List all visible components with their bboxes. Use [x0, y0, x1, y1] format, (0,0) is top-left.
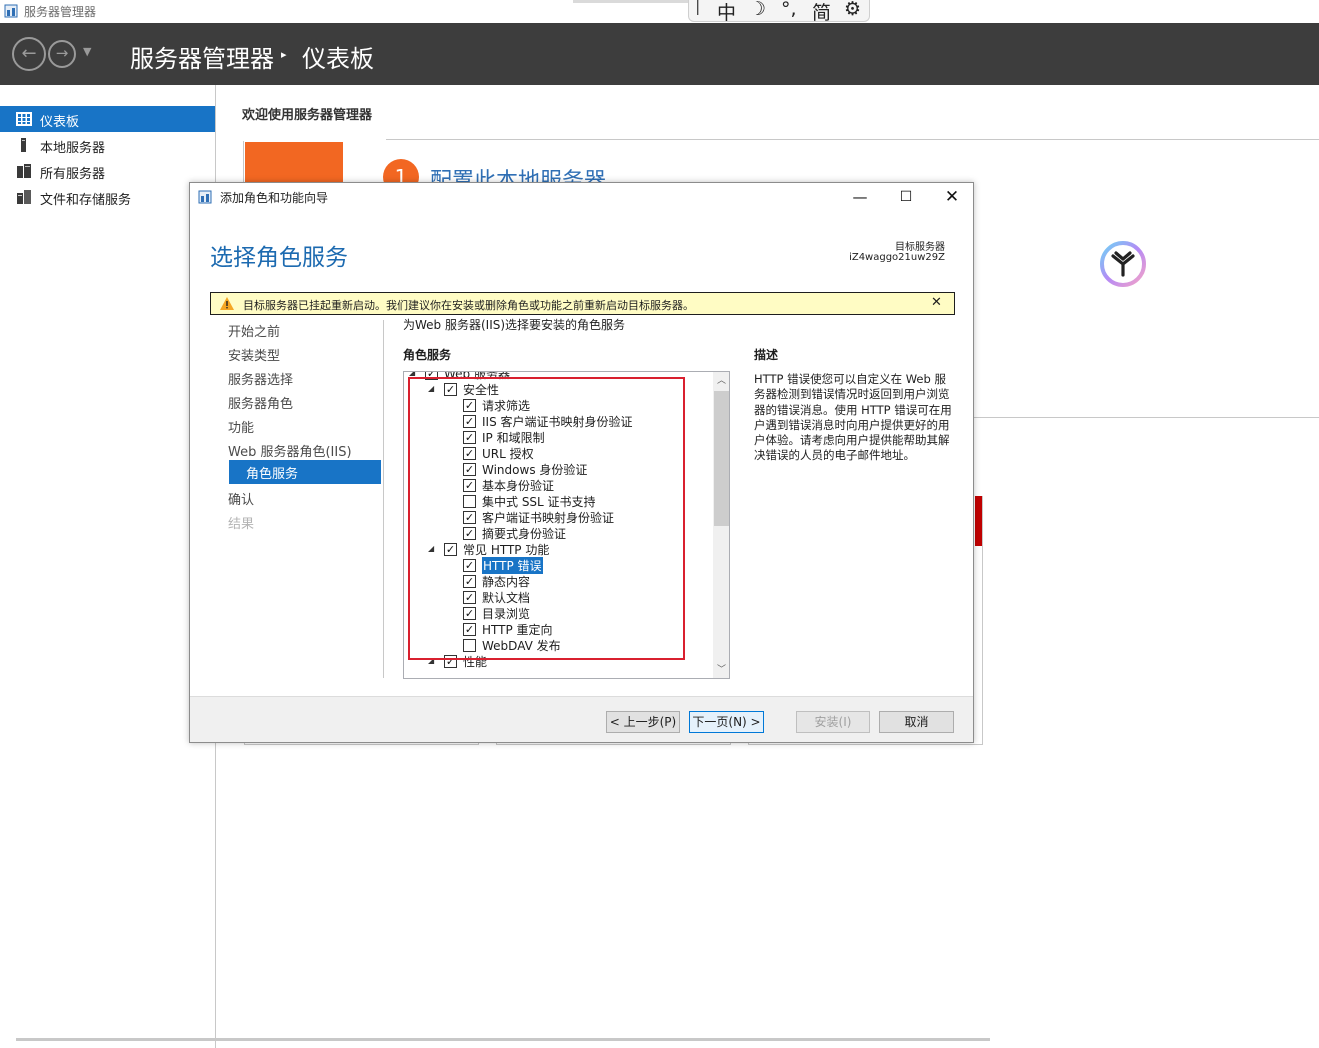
scroll-thumb[interactable]	[714, 391, 729, 526]
wizard-step-label: 角色服务	[246, 467, 299, 482]
steps-divider	[383, 320, 384, 678]
sidebar-item-label: 文件和存储服务	[40, 193, 132, 208]
ime-settings-icon[interactable]: ⚙	[844, 0, 861, 20]
window-titlebar: 服务器管理器	[0, 0, 1319, 23]
sidebar-item-local-server[interactable]: 本地服务器	[0, 132, 215, 158]
scroll-up-icon[interactable]: ︿	[717, 373, 726, 386]
warning-text: 目标服务器已挂起重新启动。我们建议你在安装或删除角色或功能之前重新启动目标服务器…	[243, 299, 694, 312]
wizard-step-web-server-role[interactable]: Web 服务器角色(IIS)	[228, 441, 352, 460]
next-button[interactable]: 下一页(N) >	[689, 711, 764, 733]
tree-scrollbar[interactable]: ︿ ﹀	[713, 372, 729, 678]
wizard-step-results: 结果	[228, 517, 255, 532]
forward-arrow-icon[interactable]: →	[48, 40, 76, 68]
horizontal-scrollbar[interactable]	[16, 1038, 990, 1041]
wizard-step-server-selection[interactable]: 服务器选择	[228, 369, 293, 388]
dashboard-icon	[16, 112, 32, 126]
sidebar: 仪表板 本地服务器 所有服务器 文件和存储服务	[0, 85, 216, 1048]
role-services-tree[interactable]: ◢ ✓ Web 服务器 ◢ ✓ 安全性 ✓ 请求筛选 ✓ IIS 客户端证书映射身份验证 ✓ IP 和…	[403, 371, 730, 679]
ime-moon-icon[interactable]: ☽	[749, 0, 766, 20]
wizard-step-features[interactable]: 功能	[228, 417, 254, 436]
sidebar-item-label: 仪表板	[40, 115, 80, 130]
add-roles-wizard-dialog: 添加角色和功能向导 — ☐ ✕ 选择角色服务 目标服务器 iZ4waggo21u…	[189, 182, 974, 743]
assistant-badge-icon[interactable]	[1099, 240, 1147, 288]
wizard-step-install-type[interactable]: 安装类型	[228, 345, 280, 364]
previous-button[interactable]: < 上一步(P)	[606, 711, 680, 733]
header-title: 服务器管理器	[130, 45, 274, 73]
wizard-step-confirm[interactable]: 确认	[228, 489, 254, 508]
maximize-icon[interactable]: ☐	[884, 185, 928, 209]
servers-icon	[17, 164, 31, 178]
warning-icon	[220, 297, 234, 310]
sidebar-item-file-storage[interactable]: 文件和存储服务	[0, 184, 215, 210]
back-arrow-icon[interactable]: ←	[12, 37, 46, 71]
wizard-step-server-roles[interactable]: 服务器角色	[228, 393, 293, 412]
sidebar-item-all-servers[interactable]: 所有服务器	[0, 158, 215, 184]
ime-punctuation-icon[interactable]: °,	[781, 0, 797, 20]
ime-grip[interactable]: |	[695, 0, 700, 15]
description-text: HTTP 错误使您可以自定义在 Web 服务器检测到错误情况时返回到用户浏览器的…	[754, 372, 952, 463]
target-server-label: 目标服务器	[895, 242, 945, 253]
wizard-app-icon	[198, 190, 212, 204]
sidebar-item-label: 本地服务器	[40, 141, 106, 156]
storage-icon	[17, 190, 31, 204]
warning-close-icon[interactable]: ✕	[931, 295, 942, 310]
cancel-button[interactable]: 取消	[879, 711, 954, 733]
wizard-step-role-services[interactable]: 角色服务	[229, 460, 381, 484]
dialog-footer: < 上一步(P) 下一页(N) > 安装(I) 取消	[190, 696, 973, 742]
ime-chinese-mode[interactable]: 中	[717, 0, 736, 25]
minimize-icon[interactable]: —	[838, 185, 882, 209]
breadcrumb-separator-icon: ▸	[281, 48, 287, 61]
role-services-header: 角色服务	[403, 348, 452, 362]
scroll-down-icon[interactable]: ﹀	[717, 662, 726, 675]
sidebar-item-label: 所有服务器	[40, 167, 106, 182]
window-title: 服务器管理器	[24, 5, 97, 19]
instruction-text: 为Web 服务器(IIS)选择要安装的角色服务	[403, 318, 626, 332]
header-bar: ← → ▼ 服务器管理器 ▸ 仪表板	[0, 23, 1319, 85]
sidebar-item-dashboard[interactable]: 仪表板	[0, 106, 215, 132]
dialog-titlebar[interactable]: 添加角色和功能向导 — ☐ ✕	[190, 183, 973, 211]
history-dropdown-icon[interactable]: ▼	[83, 45, 91, 58]
dialog-title: 添加角色和功能向导	[220, 191, 329, 205]
server-icon	[21, 138, 26, 152]
server-manager-app-icon	[4, 4, 18, 18]
ime-simplified-mode[interactable]: 简	[812, 0, 831, 25]
highlight-annotation-box	[408, 377, 685, 660]
page-title: 选择角色服务	[210, 245, 348, 271]
welcome-heading: 欢迎使用服务器管理器	[242, 108, 373, 123]
tile-outline	[982, 496, 983, 744]
warning-bar: 目标服务器已挂起重新启动。我们建议你在安装或删除角色或功能之前重新启动目标服务器…	[210, 292, 955, 315]
wizard-step-before-you-begin[interactable]: 开始之前	[228, 321, 280, 340]
header-page-title: 仪表板	[302, 45, 374, 73]
welcome-divider	[386, 139, 1319, 140]
install-button: 安装(I)	[796, 711, 870, 733]
description-header: 描述	[754, 348, 779, 362]
close-icon[interactable]: ✕	[930, 185, 974, 209]
target-server-value: iZ4waggo21uw29Z	[849, 252, 945, 263]
ime-toolbar[interactable]: | 中 ☽ °, 简 ⚙	[688, 0, 870, 25]
ime-shadow	[573, 0, 688, 3]
